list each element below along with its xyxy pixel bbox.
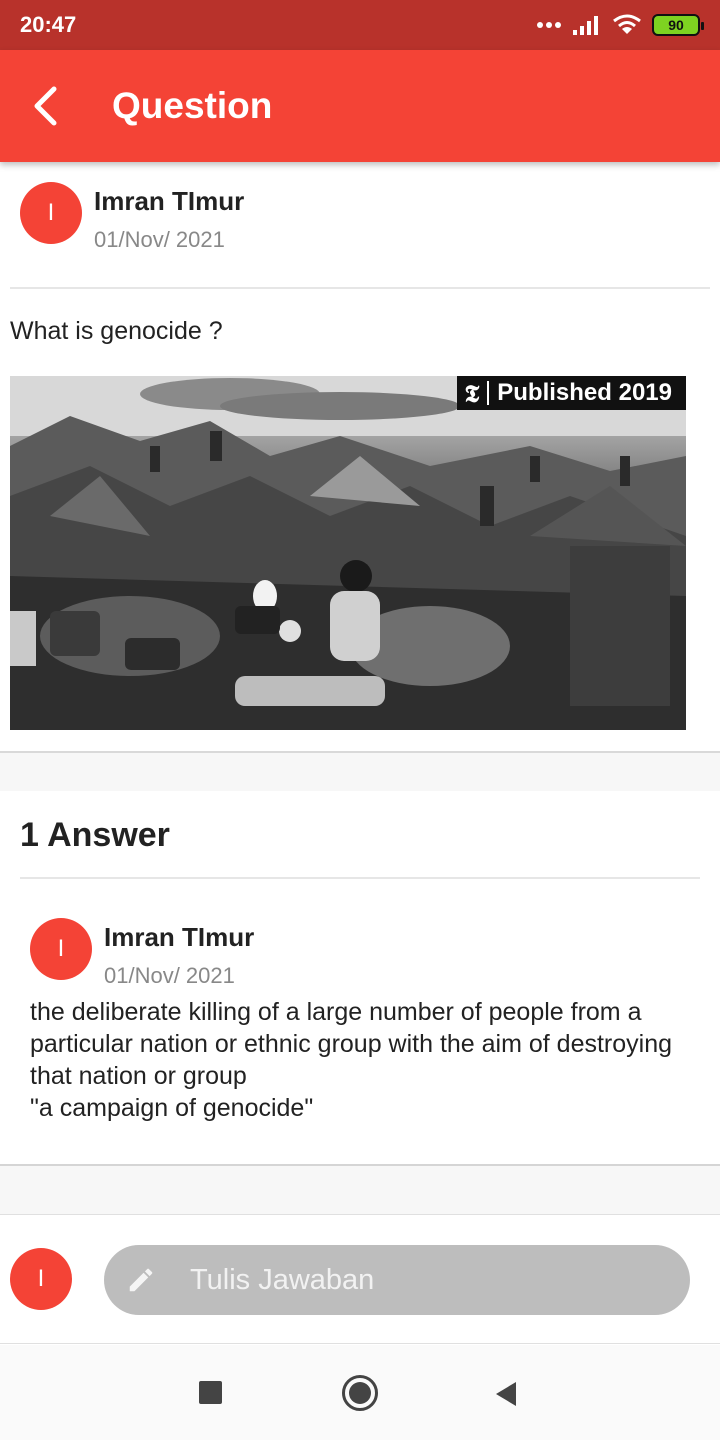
published-badge: 𝕿 Published 2019 [456, 376, 686, 410]
avatar[interactable]: I [10, 1248, 72, 1310]
question-image[interactable]: 𝕿 Published 2019 [10, 376, 686, 730]
question-text: What is genocide ? [10, 317, 223, 345]
battery-icon: 90 [652, 14, 704, 36]
divider [10, 287, 710, 289]
home-icon-center [349, 1382, 371, 1404]
author-name[interactable]: Imran TImur [94, 186, 244, 217]
app-bar: Question [0, 50, 720, 162]
home-icon[interactable] [342, 1375, 378, 1411]
avatar-initial: I [47, 199, 55, 226]
page-title: Question [112, 85, 273, 126]
photo-scene [10, 376, 686, 730]
question-date: 01/Nov/ 2021 [94, 227, 225, 252]
avatar-initial: I [37, 1265, 45, 1292]
chevron-left-icon [34, 86, 57, 126]
badge-separator [487, 381, 490, 405]
wifi-icon [613, 14, 641, 34]
compose-bar: I Tulis Jawaban [0, 1214, 720, 1344]
signal-icon [573, 16, 598, 35]
published-label: Published 2019 [497, 379, 672, 406]
avatar[interactable]: I [20, 182, 82, 244]
answer-input-placeholder: Tulis Jawaban [190, 1263, 375, 1296]
back-button[interactable] [0, 50, 90, 162]
answer-input[interactable]: Tulis Jawaban [104, 1245, 690, 1315]
answer-date: 01/Nov/ 2021 [104, 963, 235, 988]
status-time: 20:47 [20, 12, 77, 37]
battery-level: 90 [668, 17, 684, 33]
recents-icon[interactable] [199, 1381, 222, 1404]
nyt-logo: 𝕿 [464, 378, 480, 408]
question-author: I Imran TImur 01/Nov/ 2021 [20, 182, 244, 253]
section-gap [0, 753, 720, 791]
answer-text: the deliberate killing of a large number… [30, 998, 673, 1122]
system-nav-bar [0, 1345, 720, 1440]
divider [20, 877, 700, 879]
avatar[interactable]: I [30, 918, 92, 980]
dots-icon [537, 22, 561, 28]
section-gap [0, 1166, 720, 1214]
status-bar: 20:47 90 [0, 0, 720, 50]
answers-count: 1 Answer [20, 816, 170, 854]
pencil-icon [129, 1268, 153, 1292]
back-icon[interactable] [494, 1380, 518, 1408]
answers-section: 1 Answer I Imran TImur 01/Nov/ 2021 the … [0, 791, 720, 1165]
status-icons: 90 [536, 14, 704, 36]
author-name[interactable]: Imran TImur [104, 922, 254, 953]
answer-author: I Imran TImur 01/Nov/ 2021 [30, 918, 254, 989]
avatar-initial: I [57, 935, 65, 962]
